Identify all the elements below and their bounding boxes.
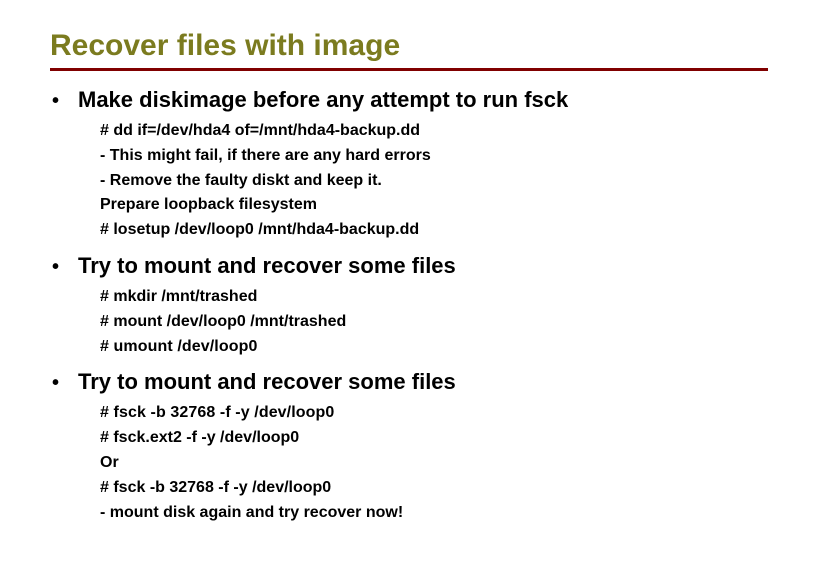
sub-list: # dd if=/dev/hda4 of=/mnt/hda4-backup.dd… bbox=[50, 119, 768, 243]
title-underline bbox=[50, 68, 768, 71]
sub-line: # dd if=/dev/hda4 of=/mnt/hda4-backup.dd bbox=[100, 119, 768, 144]
sub-line: # fsck -b 32768 -f -y /dev/loop0 bbox=[100, 476, 768, 501]
sub-line: # umount /dev/loop0 bbox=[100, 335, 768, 360]
sub-line: - mount disk again and try recover now! bbox=[100, 501, 768, 526]
slide-title: Recover files with image bbox=[50, 28, 768, 64]
sub-line: # fsck -b 32768 -f -y /dev/loop0 bbox=[100, 401, 768, 426]
sub-line: # mount /dev/loop0 /mnt/trashed bbox=[100, 310, 768, 335]
sub-line: - This might fail, if there are any hard… bbox=[100, 144, 768, 169]
sub-line: Or bbox=[100, 451, 768, 476]
sub-line: # fsck.ext2 -f -y /dev/loop0 bbox=[100, 426, 768, 451]
bullet-heading: Try to mount and recover some files bbox=[50, 367, 768, 397]
bullet-item: Try to mount and recover some files # fs… bbox=[50, 367, 768, 525]
sub-line: # losetup /dev/loop0 /mnt/hda4-backup.dd bbox=[100, 218, 768, 243]
bullet-item: Make diskimage before any attempt to run… bbox=[50, 85, 768, 243]
sub-line: - Remove the faulty diskt and keep it. bbox=[100, 169, 768, 194]
sub-list: # mkdir /mnt/trashed # mount /dev/loop0 … bbox=[50, 285, 768, 359]
sub-line: Prepare loopback filesystem bbox=[100, 193, 768, 218]
bullet-heading: Try to mount and recover some files bbox=[50, 251, 768, 281]
bullet-item: Try to mount and recover some files # mk… bbox=[50, 251, 768, 359]
bullet-list: Make diskimage before any attempt to run… bbox=[50, 85, 768, 525]
sub-list: # fsck -b 32768 -f -y /dev/loop0 # fsck.… bbox=[50, 401, 768, 525]
sub-line: # mkdir /mnt/trashed bbox=[100, 285, 768, 310]
bullet-heading: Make diskimage before any attempt to run… bbox=[50, 85, 768, 115]
slide: Recover files with image Make diskimage … bbox=[0, 0, 818, 525]
